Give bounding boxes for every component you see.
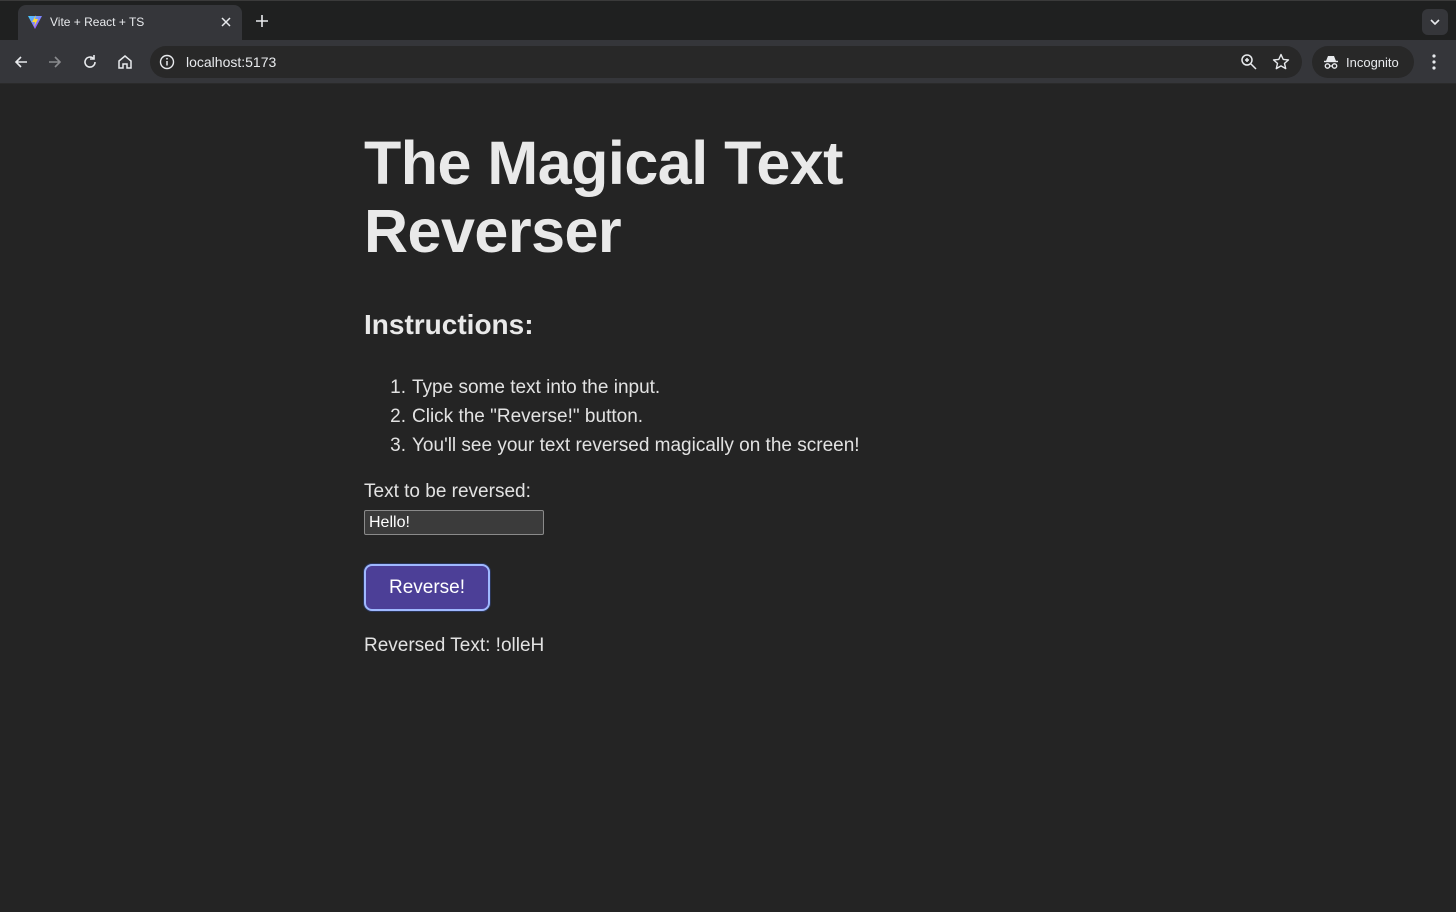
instructions-list: 1. Type some text into the input. 2. Cli… [364,373,860,460]
back-icon[interactable] [9,50,33,74]
step-text: Click the "Reverse!" button. [412,406,644,427]
chevron-down-icon[interactable] [1422,9,1448,35]
result-label: Reversed Text: [364,635,491,656]
reverse-button[interactable]: Reverse! [364,564,490,611]
incognito-icon [1323,54,1339,70]
plus-icon[interactable] [252,11,272,31]
step-number: 1. [390,377,406,398]
star-icon[interactable] [1272,53,1290,71]
list-item: 1. Type some text into the input. [364,373,860,402]
tab-strip: Vite + React + TS [0,0,1456,41]
browser-toolbar: localhost:5173 Incognito [0,40,1456,84]
home-icon[interactable] [113,50,137,74]
step-text: Type some text into the input. [412,377,661,398]
step-text: You'll see your text reversed magically … [412,435,860,456]
reload-icon[interactable] [78,50,102,74]
url-text: localhost:5173 [186,54,277,70]
step-number: 2. [390,406,406,427]
instructions-heading: Instructions: [364,309,534,340]
more-vert-icon[interactable] [1424,50,1444,74]
incognito-label: Incognito [1346,55,1399,70]
tab-title: Vite + React + TS [50,15,145,29]
info-icon[interactable] [159,54,175,70]
forward-icon[interactable] [43,50,67,74]
list-item: 3. You'll see your text reversed magical… [364,431,860,460]
incognito-indicator[interactable]: Incognito [1312,46,1414,78]
reversed-text-output: Reversed Text: !olleH [364,635,544,657]
text-input[interactable] [364,510,544,535]
vite-favicon-icon [27,14,43,30]
page-title: The Magical Text Reverser [364,129,844,265]
zoom-icon[interactable] [1240,53,1258,71]
page-content: The Magical Text Reverser Instructions: … [0,85,1456,912]
result-value: !olleH [495,635,545,656]
list-item: 2. Click the "Reverse!" button. [364,402,860,431]
input-label: Text to be reversed: [364,481,531,502]
close-icon[interactable] [218,14,234,30]
browser-tab[interactable]: Vite + React + TS [18,5,242,41]
step-number: 3. [390,435,406,456]
address-bar[interactable]: localhost:5173 [150,46,1302,78]
